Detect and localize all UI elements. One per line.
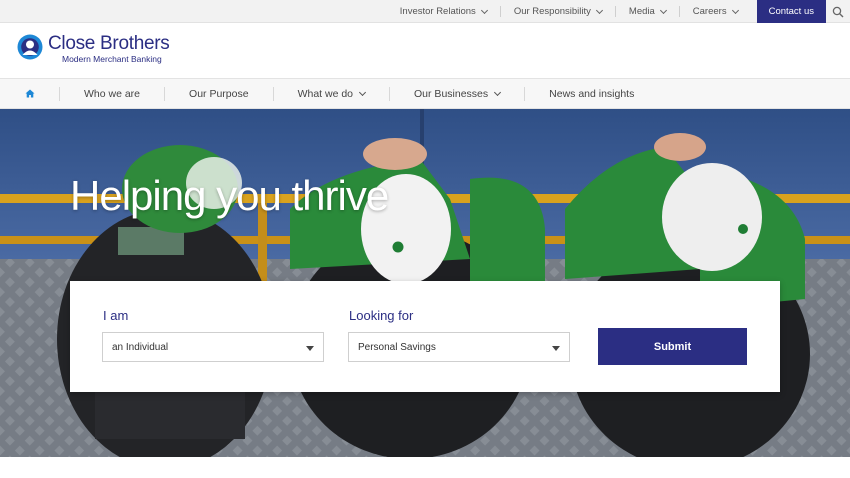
logo-tagline: Modern Merchant Banking	[62, 54, 162, 64]
contact-us-button[interactable]: Contact us	[756, 0, 826, 23]
search-icon	[832, 6, 844, 17]
chevron-down-icon	[358, 88, 367, 96]
chevron-down-icon	[494, 88, 502, 96]
search-button[interactable]	[826, 0, 850, 23]
hero-title: Helping you thrive	[70, 172, 389, 219]
utility-link-label: Our Responsibility	[513, 6, 591, 17]
looking-for-label: Looking for	[349, 308, 414, 323]
utility-bar: Investor Relations Our Responsibility Me…	[0, 0, 850, 23]
utility-link-label: Careers	[692, 6, 727, 17]
nav-item-label: What we do	[297, 87, 354, 100]
logo-name: Close Brothers	[48, 33, 170, 54]
chevron-down-icon	[659, 6, 667, 14]
logo[interactable]: Close Brothers Modern Merchant Banking	[17, 33, 170, 65]
chevron-down-icon	[480, 6, 488, 14]
nav-item-label: News and insights	[549, 87, 635, 100]
product-finder-form: I am an Individual Looking for Personal …	[70, 281, 780, 392]
logo-text: Close Brothers Modern Merchant Banking	[48, 33, 170, 65]
chevron-down-icon	[731, 6, 739, 14]
utility-link-label: Media	[628, 6, 655, 17]
i-am-select[interactable]: an Individual	[102, 332, 324, 362]
main-nav: Who we are Our Purpose What we do Our Bu…	[0, 78, 850, 109]
nav-home[interactable]	[0, 78, 59, 109]
caret-down-icon	[306, 346, 314, 351]
looking-for-select-value: Personal Savings	[358, 341, 436, 353]
i-am-select-value: an Individual	[112, 341, 169, 353]
nav-item-news-and-insights[interactable]: News and insights	[525, 78, 658, 109]
utility-link-careers[interactable]: Careers	[680, 0, 751, 23]
chevron-down-icon	[595, 6, 603, 14]
nav-item-who-we-are[interactable]: Who we are	[60, 78, 164, 109]
nav-item-label: Our Businesses	[414, 87, 489, 100]
nav-item-our-businesses[interactable]: Our Businesses	[390, 78, 524, 109]
nav-item-label: Who we are	[84, 87, 141, 100]
nav-item-label: Our Purpose	[189, 87, 249, 100]
utility-link-label: Investor Relations	[399, 6, 476, 17]
utility-link-investor-relations[interactable]: Investor Relations	[387, 0, 500, 23]
utility-links: Investor Relations Our Responsibility Me…	[387, 0, 850, 23]
looking-for-select[interactable]: Personal Savings	[348, 332, 570, 362]
home-icon	[25, 89, 34, 98]
i-am-label: I am	[103, 308, 129, 323]
utility-link-media[interactable]: Media	[616, 0, 679, 23]
caret-down-icon	[552, 346, 560, 351]
logo-mark-icon	[17, 34, 43, 60]
nav-item-what-we-do[interactable]: What we do	[274, 78, 389, 109]
submit-button[interactable]: Submit	[598, 328, 747, 365]
nav-item-our-purpose[interactable]: Our Purpose	[165, 78, 273, 109]
utility-link-our-responsibility[interactable]: Our Responsibility	[501, 0, 615, 23]
